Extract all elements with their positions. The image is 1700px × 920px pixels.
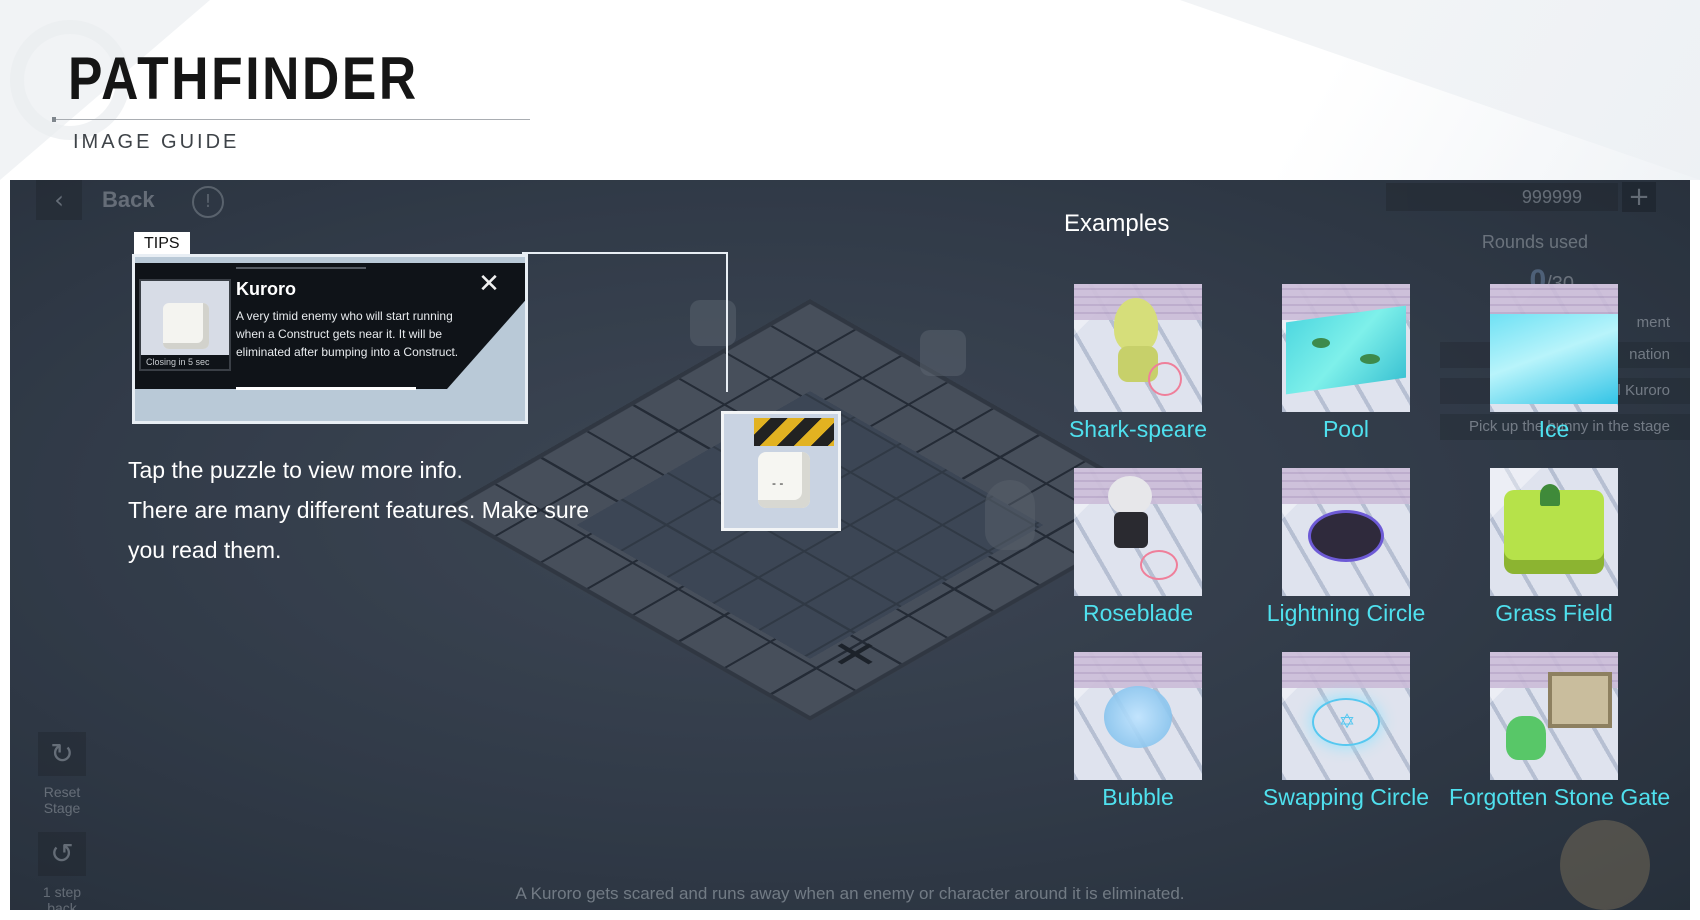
kuroro-board-tile[interactable]: - - [721,411,841,531]
green-spirit [1506,716,1546,760]
lightning-circle-icon [1282,468,1410,596]
instruction-line: Tap the puzzle to view more info. [128,457,463,483]
lightning-circle-pad [1308,510,1384,562]
roseblade-icon [1074,468,1202,596]
example-ice: Ice [1449,284,1659,443]
currency-display: 999999 + [1386,180,1656,214]
tips-card: Closing in 5 sec Kuroro A very timid ene… [132,254,528,424]
header-decoration-gradient [1080,0,1700,180]
example-grass-field: Grass Field [1449,468,1659,627]
title-divider [52,119,530,120]
lily-pad [1312,338,1330,348]
undo-icon[interactable]: ↺ [38,832,86,876]
example-pool: Pool [1241,284,1451,443]
hexagram-icon: ✡ [1338,709,1356,733]
wall-tile [1074,652,1202,688]
closing-timer: Closing in 5 sec [141,355,229,369]
example-bubble: Bubble [1033,652,1243,811]
ice-surface [1490,314,1618,404]
hint-text: A Kuroro gets scared and runs away when … [515,884,1185,903]
grass-tuft [1540,484,1560,506]
swapping-circle-icon: ✡ [1282,652,1410,780]
wall-tile [1282,652,1410,688]
reset-icon[interactable]: ↻ [38,732,86,776]
lily-pad [1360,354,1380,364]
kuroro-icon [758,452,810,508]
currency-value: 999999 [1386,183,1618,211]
forgotten-stone-gate-icon [1490,652,1618,780]
example-label: Swapping Circle [1262,784,1430,810]
example-lightning-circle: Lightning Circle [1241,468,1451,627]
page-header: PATHFINDER IMAGE GUIDE [0,0,1700,180]
add-currency-button[interactable]: + [1622,182,1656,212]
shark-speare-icon [1074,284,1202,412]
title-divider-marker [52,117,56,122]
ice-icon [1490,284,1618,412]
enemy-name: Kuroro [236,279,296,299]
example-label: Pool [1322,416,1370,442]
hud-back[interactable]: ‹ Back [36,180,155,220]
example-label: Bubble [1102,784,1174,810]
game-screenshot: ✕ ‹ Back ! 999999 + Rounds used 0/30 men… [10,180,1690,910]
example-label: Ice [1538,416,1570,442]
pool-icon [1282,284,1410,412]
target-ring-icon [1148,362,1182,396]
examples-heading: Examples [1064,210,1170,237]
roseblade-head [1108,476,1152,516]
grass-field-icon [1490,468,1618,596]
back-arrow-icon[interactable]: ‹ [36,180,82,220]
tips-badge: TIPS [134,232,190,255]
popup-decor-line [236,267,366,269]
kuroro-face: - - [772,476,784,490]
page-title: PATHFINDER [68,45,419,112]
instruction-line: There are many different features. Make … [128,497,590,563]
page-subtitle: IMAGE GUIDE [73,131,240,153]
example-forgotten-stone-gate: Forgotten Stone Gate [1449,652,1671,811]
tips-instructions: Tap the puzzle to view more info. There … [128,450,628,570]
reset-stage-button[interactable]: ↻ Reset Stage [28,732,96,816]
close-icon[interactable]: ✕ [477,271,501,297]
shark-speare-figure [1114,298,1158,352]
barrier-stripe [754,418,834,446]
example-label: Roseblade [1083,600,1193,626]
bubble-icon [1074,652,1202,780]
example-label: Forgotten Stone Gate [1449,784,1671,810]
closing-progress-bar [236,387,416,390]
rounds-label: Rounds used [1481,232,1588,252]
example-label: Grass Field [1495,600,1613,626]
kuroro-portrait: Closing in 5 sec [139,279,231,371]
wall-tile [1282,468,1410,504]
reset-stage-label: Reset Stage [43,784,81,816]
enemy-description: A very timid enemy who will start runnin… [236,309,459,359]
example-roseblade: Roseblade [1033,468,1243,627]
example-label: Lightning Circle [1266,600,1426,626]
back-label[interactable]: Back [102,187,155,213]
bubble-sphere [1104,686,1172,748]
target-ring-icon [1140,550,1178,580]
example-shark-speare: Shark-speare [1033,284,1243,443]
example-swapping-circle: ✡ Swapping Circle [1241,652,1451,811]
kuroro-icon [163,303,209,349]
stone-gate-block [1548,672,1612,728]
info-icon[interactable]: ! [192,186,224,218]
roseblade-body [1114,512,1148,548]
character-avatar[interactable] [1560,820,1650,910]
example-label: Shark-speare [1068,416,1208,442]
